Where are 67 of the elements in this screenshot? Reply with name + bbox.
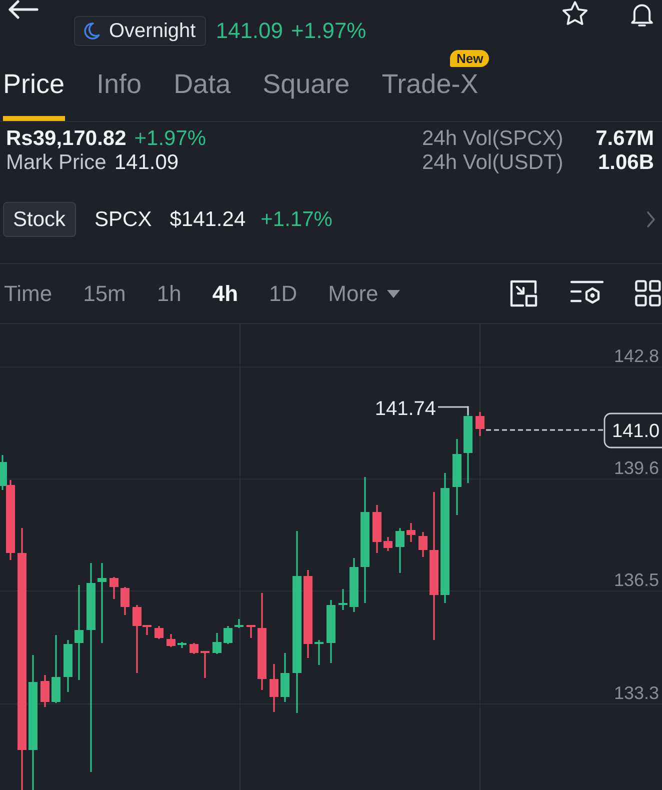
rising-candle — [350, 558, 358, 612]
interval-tab[interactable]: 15m — [83, 280, 126, 308]
volume-value: 1.06B — [596, 151, 654, 175]
rising-candle — [280, 653, 290, 702]
price-axis-label: 139.6 — [614, 458, 660, 478]
price-axis-label: 133.3 — [614, 683, 660, 703]
high-price-label: 141.74 — [374, 398, 436, 420]
current-price-tag: 141.0 — [604, 412, 662, 448]
tab[interactable]: Square — [262, 69, 350, 121]
tab[interactable]: Price — [3, 69, 65, 121]
rising-candle — [396, 528, 404, 573]
rising-candle — [212, 633, 222, 654]
falling-candle — [166, 634, 176, 647]
volume-label: 24h Vol(SPCX) — [422, 127, 564, 151]
stock-change: +1.17% — [260, 208, 332, 232]
rising-candle — [52, 635, 60, 703]
caret-icon — [387, 290, 400, 298]
falling-candle — [406, 523, 416, 542]
volume-value: 7.67M — [596, 127, 654, 151]
window-arrow-icon[interactable] — [510, 280, 538, 307]
rising-candle — [224, 626, 232, 644]
falling-candle — [372, 505, 382, 553]
more-dropdown[interactable]: More — [328, 280, 400, 308]
interval-tab[interactable]: Time — [4, 280, 52, 308]
chevron-right-icon[interactable] — [646, 211, 656, 228]
interval-tab[interactable]: 4h — [212, 280, 238, 308]
rising-candle — [0, 455, 7, 490]
rising-candle — [234, 619, 244, 628]
rising-candle — [64, 640, 72, 692]
rising-candle — [314, 640, 324, 665]
falling-candle — [476, 412, 484, 436]
falling-candle — [384, 537, 392, 551]
falling-candle — [270, 664, 278, 712]
grid-icon[interactable] — [635, 280, 661, 307]
falling-candle — [120, 587, 130, 615]
price-axis-label: 142.8 — [614, 346, 660, 366]
stock-price: $141.24 — [170, 208, 246, 232]
rising-candle — [338, 589, 348, 610]
tab[interactable]: Data — [174, 69, 231, 121]
stock-tag: Stock — [3, 202, 76, 237]
falling-candle — [154, 626, 164, 639]
interval-tab[interactable]: 1D — [269, 280, 298, 308]
last-price: 141.09 — [216, 18, 284, 44]
field-label: Mark Price — [6, 151, 106, 174]
rising-candle — [178, 642, 186, 648]
session-label: Overnight — [109, 20, 196, 42]
falling-candle — [418, 532, 428, 557]
falling-candle — [190, 643, 198, 654]
converted-price: Rs39,170.82 — [6, 127, 126, 150]
falling-candle — [110, 577, 118, 599]
falling-candle — [200, 651, 210, 678]
price-axis-label: 136.5 — [614, 570, 660, 590]
back-arrow-icon[interactable] — [7, 0, 39, 19]
leader-line — [438, 406, 469, 415]
price-change: +1.97% — [291, 18, 366, 44]
new-badge: New — [450, 50, 490, 67]
interval-tab[interactable]: 1h — [156, 280, 182, 308]
tab[interactable]: Info — [96, 69, 142, 121]
stock-symbol: SPCX — [94, 208, 152, 232]
tab[interactable]: Trade-X — [382, 69, 478, 121]
moon-icon — [84, 22, 100, 40]
falling-candle — [246, 625, 256, 638]
price-change: +1.97% — [134, 127, 206, 150]
volume-label: 24h Vol(USDT) — [422, 151, 564, 175]
falling-candle — [40, 675, 50, 707]
field-value: 141.09 — [114, 151, 179, 174]
rising-candle — [326, 600, 336, 663]
